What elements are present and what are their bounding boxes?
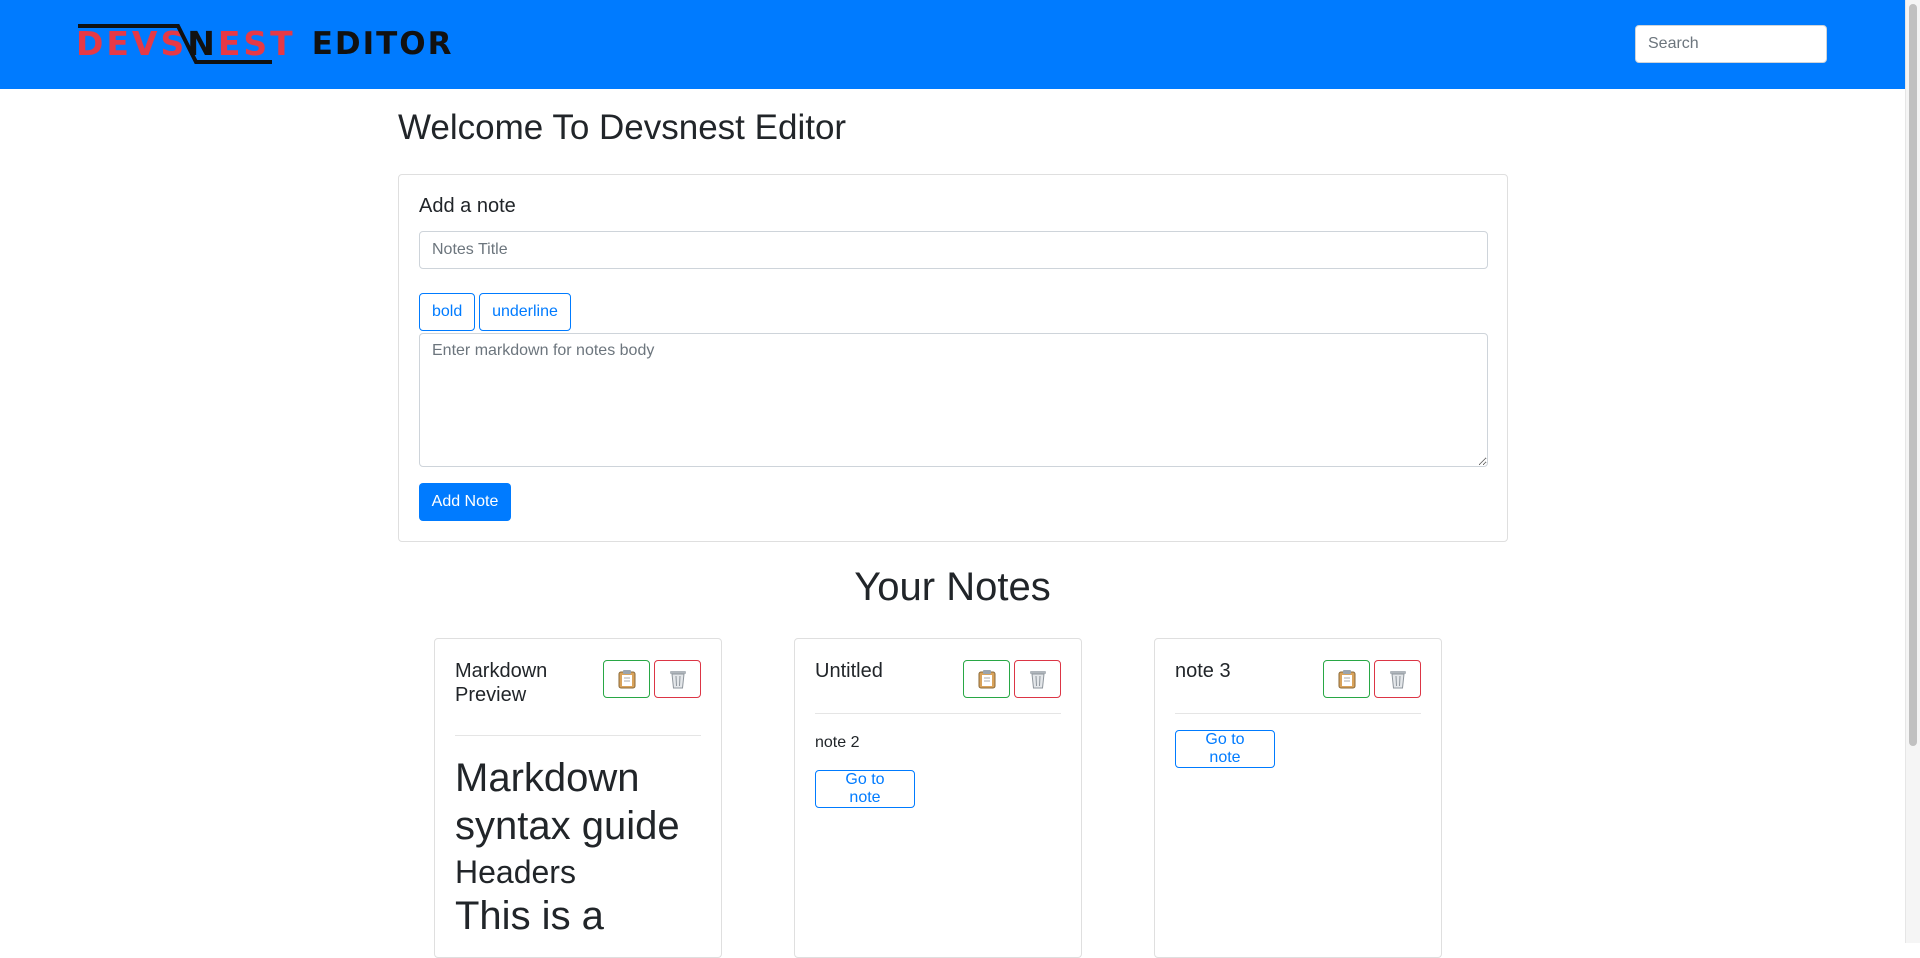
trash-icon bbox=[669, 671, 686, 689]
note-divider bbox=[815, 713, 1061, 714]
note-title: note 3 bbox=[1175, 660, 1231, 682]
logo-brand: DEVSNEST bbox=[76, 22, 296, 66]
go-to-note-button[interactable]: Go to note bbox=[1175, 730, 1275, 768]
clipboard-icon bbox=[618, 670, 635, 689]
logo-underline-icon bbox=[78, 24, 272, 64]
clipboard-icon bbox=[1338, 670, 1355, 689]
page-title: Welcome To Devsnest Editor bbox=[398, 108, 847, 147]
clipboard-icon bbox=[978, 670, 995, 689]
bold-button[interactable]: bold bbox=[419, 293, 475, 331]
search-input[interactable] bbox=[1635, 25, 1827, 63]
note-body: note 2 bbox=[815, 734, 860, 751]
page-scrollbar[interactable] bbox=[1905, 0, 1920, 943]
copy-note-button[interactable] bbox=[1323, 660, 1370, 698]
go-to-note-button[interactable]: Go to note bbox=[815, 770, 915, 808]
note-divider bbox=[1175, 713, 1421, 714]
note-title-input[interactable] bbox=[419, 231, 1488, 269]
logo-text-editor: EDITOR bbox=[311, 26, 454, 62]
preview-heading-1: Markdown syntax guide bbox=[455, 756, 680, 848]
note-card: Untitled note 2 Go to note bbox=[794, 638, 1082, 958]
delete-note-button[interactable] bbox=[1014, 660, 1061, 698]
preview-heading-3: This is a bbox=[455, 894, 604, 938]
note-card: note 3 Go to note bbox=[1154, 638, 1442, 958]
note-title: Untitled bbox=[815, 660, 883, 682]
navbar: DEVSNEST EDITOR bbox=[0, 0, 1905, 89]
add-note-heading: Add a note bbox=[419, 195, 516, 217]
trash-icon bbox=[1029, 671, 1046, 689]
preview-heading-2: Headers bbox=[455, 854, 576, 890]
add-note-card: Add a note bold underline Add Note bbox=[398, 174, 1508, 542]
note-body-textarea[interactable] bbox=[419, 333, 1488, 467]
note-card: Markdown Preview Markdown syntax guide H… bbox=[434, 638, 722, 958]
note-divider bbox=[455, 735, 701, 736]
trash-icon bbox=[1389, 671, 1406, 689]
add-note-button[interactable]: Add Note bbox=[419, 483, 511, 521]
devsnest-editor-logo[interactable]: DEVSNEST EDITOR bbox=[76, 22, 454, 66]
copy-note-button[interactable] bbox=[603, 660, 650, 698]
markdown-preview: Markdown syntax guide Headers This is a bbox=[455, 754, 701, 940]
delete-note-button[interactable] bbox=[654, 660, 701, 698]
copy-note-button[interactable] bbox=[963, 660, 1010, 698]
delete-note-button[interactable] bbox=[1374, 660, 1421, 698]
scrollbar-thumb[interactable] bbox=[1909, 4, 1917, 746]
underline-button[interactable]: underline bbox=[479, 293, 571, 331]
notes-section-title: Your Notes bbox=[854, 565, 1051, 609]
note-title: Markdown Preview bbox=[455, 660, 548, 706]
